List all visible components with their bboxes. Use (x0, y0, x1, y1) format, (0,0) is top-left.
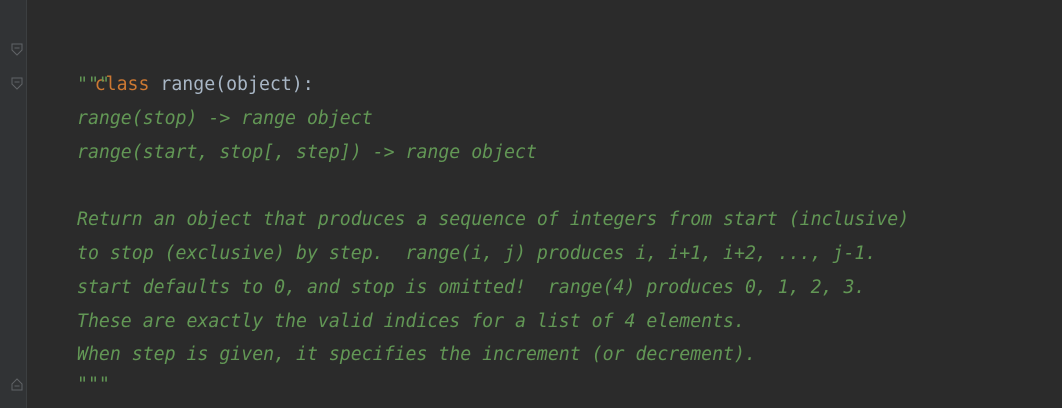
class-declaration-line[interactable]: class range(object): (29, 34, 314, 95)
docstring-line: When step is given, it specifies the inc… (77, 344, 756, 365)
docstring-close-quotes: """ (77, 374, 110, 395)
code-editor[interactable]: class range(object): """ range(stop) -> … (0, 0, 1062, 408)
fold-end-icon[interactable] (11, 377, 23, 391)
class-signature: range(object): (149, 74, 314, 95)
editor-gutter (0, 0, 26, 408)
docstring-line: These are exactly the valid indices for … (77, 311, 745, 332)
fold-collapse-icon[interactable] (11, 43, 23, 57)
fold-collapse-icon[interactable] (11, 77, 23, 91)
docstring-open-quotes: """ (77, 74, 110, 95)
docstring-line: range(start, stop[, step]) -> range obje… (77, 142, 537, 163)
docstring-line: start defaults to 0, and stop is omitted… (77, 277, 866, 298)
docstring-line: to stop (exclusive) by step. range(i, j)… (77, 243, 877, 264)
docstring-line: range(stop) -> range object (77, 108, 373, 129)
code-area[interactable]: class range(object): """ range(stop) -> … (27, 0, 1062, 408)
docstring-line: Return an object that produces a sequenc… (77, 209, 910, 230)
